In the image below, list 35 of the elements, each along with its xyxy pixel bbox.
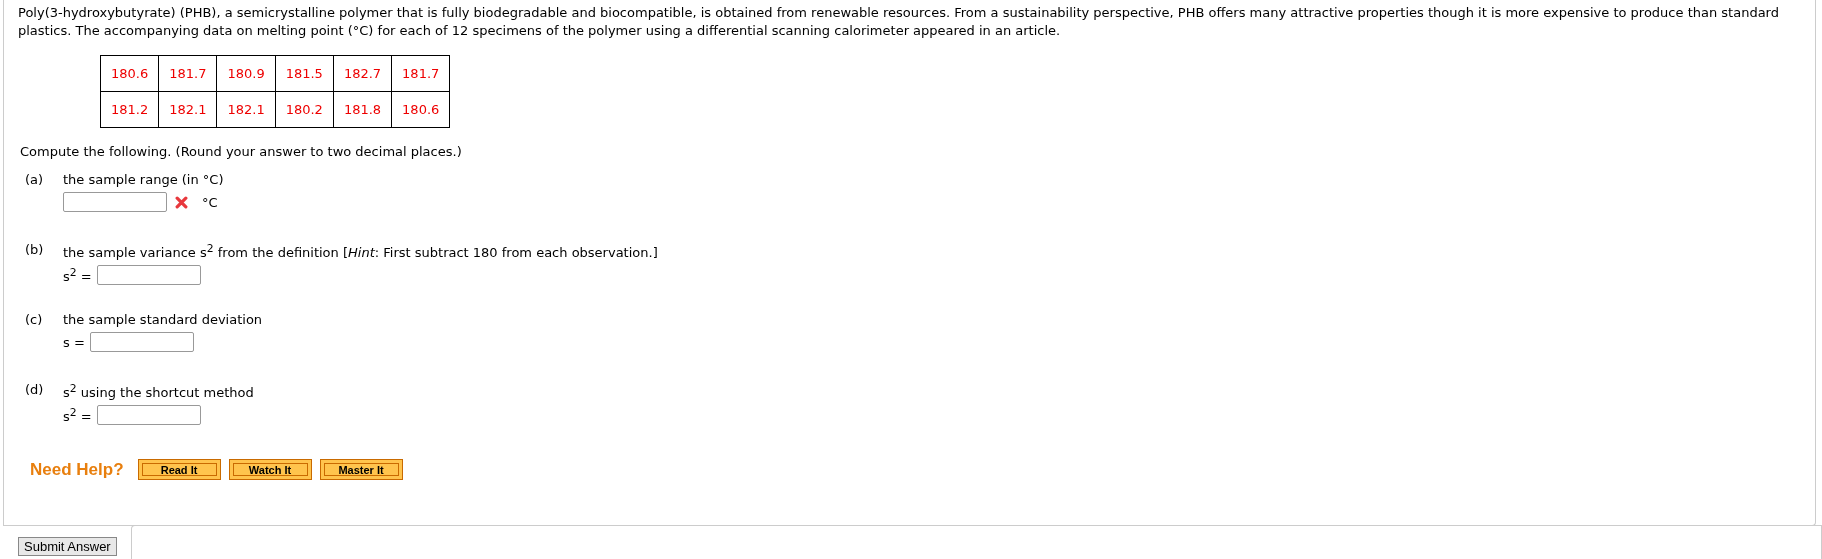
part-question: the sample standard deviation (63, 312, 263, 327)
part-label: (c) (25, 312, 44, 327)
answer-label: s$^{2}$ = (63, 406, 92, 425)
table-cell: 181.5 (275, 55, 334, 92)
table-cell: 182.1 (158, 91, 217, 128)
part-question: the sample variance s$^{2}$ from the definition [Hint: First subtract 180 from each observation.] (63, 242, 658, 261)
table-cell: 182.7 (333, 55, 392, 92)
table-cell: 181.8 (333, 91, 392, 128)
part-label: (b) (25, 242, 45, 259)
answer-field[interactable] (96, 265, 201, 286)
unit-label: °C (202, 194, 218, 210)
table-cell: 181.7 (158, 55, 217, 92)
part-label: (a) (25, 172, 45, 187)
table-cell: 180.6 (100, 55, 159, 92)
answer-field[interactable] (63, 192, 167, 212)
table-cell: 181.7 (391, 55, 450, 92)
instruction-text: Compute the following. (Round your answer to two decimal places.) (20, 144, 463, 159)
part-question: the sample range (in °C) (63, 172, 224, 187)
need-help-label: Need Help? (30, 459, 124, 480)
question-text: Poly(3-hydroxybutyrate) (PHB), a semicrystalline polymer that is fully biodegradable and biocompatible, is obtained from renewable resources. From a sustainability perspective, PHB offers many attractive properties though it is more expensive to produce than standard plastics. The accompanying data on melting point (°C) for each of 12 specimens of the polymer using a differential scanning calorimeter appeared in an article. (18, 4, 1780, 40)
answer-label: s = (63, 334, 85, 350)
table-cell: 181.2 (100, 91, 159, 128)
answer-field[interactable] (96, 405, 201, 426)
table-cell: 180.9 (216, 55, 276, 92)
help-button[interactable]: Master It (319, 459, 403, 480)
answer-field[interactable] (89, 332, 194, 352)
help-button[interactable]: Watch It (228, 459, 312, 480)
part-label: (d) (25, 382, 45, 399)
table-cell: 182.1 (216, 91, 276, 128)
submit-button[interactable]: Submit Answer (18, 537, 117, 556)
answer-label: s$^{2}$ = (63, 266, 92, 285)
table-cell: 180.2 (275, 91, 334, 128)
help-button[interactable]: Read It (137, 459, 221, 480)
part-question: s$^{2}$ using the shortcut method (63, 382, 254, 401)
table-cell: 180.6 (391, 91, 450, 128)
